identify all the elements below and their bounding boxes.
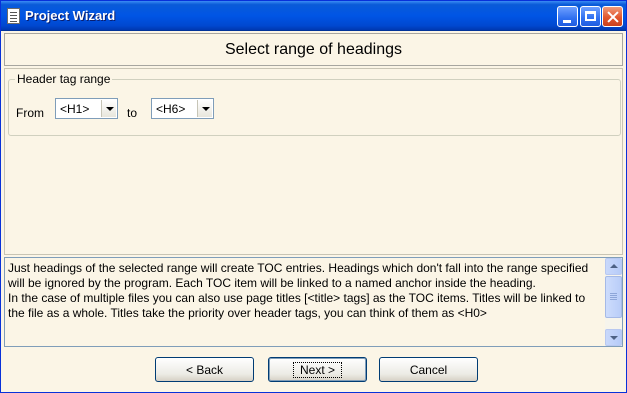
to-heading-value: <H6> <box>156 102 186 116</box>
step-title: Select range of headings <box>224 41 402 58</box>
description-paragraph: Just headings of the selected range will… <box>8 261 589 290</box>
from-heading-value: <H1> <box>60 102 90 116</box>
cancel-button[interactable]: Cancel <box>379 357 478 382</box>
scroll-down-icon[interactable] <box>605 329 622 346</box>
minimize-button[interactable] <box>557 6 578 27</box>
description-text: Just headings of the selected range will… <box>8 261 600 321</box>
chevron-down-icon[interactable] <box>197 100 212 117</box>
from-heading-select[interactable]: <H1> <box>55 98 118 119</box>
description-box[interactable]: Just headings of the selected range will… <box>4 257 623 347</box>
title-bar[interactable]: Project Wizard <box>1 1 626 31</box>
from-label: From <box>16 106 44 120</box>
window-title: Project Wizard <box>25 8 116 23</box>
project-wizard-window: Project Wizard Select range of headings … <box>0 0 627 393</box>
next-button-label: Next > <box>292 362 342 378</box>
close-button[interactable] <box>602 6 623 27</box>
chevron-down-icon[interactable] <box>101 100 116 117</box>
to-label: to <box>127 106 138 120</box>
group-legend: Header tag range <box>15 72 113 86</box>
description-paragraph: In the case of multiple files you can al… <box>8 291 586 320</box>
vertical-scrollbar[interactable] <box>605 258 622 346</box>
next-button[interactable]: Next > <box>268 357 367 382</box>
to-heading-select[interactable]: <H6> <box>151 98 214 119</box>
scrollbar-thumb[interactable] <box>605 276 622 318</box>
scroll-up-icon[interactable] <box>605 258 622 275</box>
main-panel: Header tag range From <H1> to <H6> <box>4 68 623 255</box>
header-tag-range-group: Header tag range From <H1> to <H6> <box>8 72 621 136</box>
back-button[interactable]: < Back <box>155 357 254 382</box>
wizard-step-header: Select range of headings <box>4 33 623 66</box>
maximize-button[interactable] <box>580 6 601 27</box>
app-icon <box>7 8 20 24</box>
